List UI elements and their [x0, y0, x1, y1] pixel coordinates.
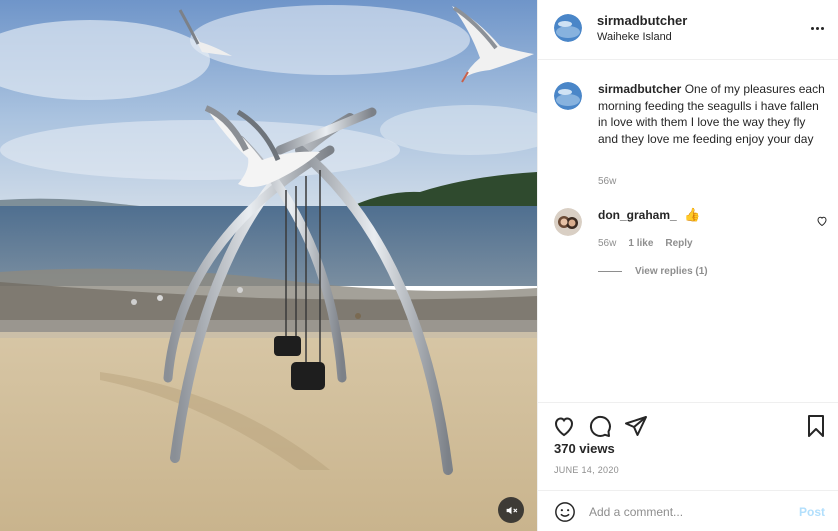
save-bookmark-icon[interactable]	[804, 414, 828, 438]
post-location[interactable]: Waiheke Island	[597, 31, 672, 43]
share-paper-plane-icon[interactable]	[624, 414, 648, 438]
comment-text: 👍	[684, 207, 701, 222]
comment-like-heart-icon[interactable]	[816, 215, 828, 227]
post-header: sirmadbutcher Waiheke Island	[538, 0, 838, 60]
caption-avatar-image	[554, 82, 582, 110]
post-media-video[interactable]	[0, 0, 537, 531]
comment-like-count[interactable]: 1 like	[628, 238, 653, 249]
more-dot-icon	[815, 26, 819, 30]
caption-timestamp[interactable]: 56w	[598, 176, 616, 187]
post-caption: sirmadbutcher One of my pleasures each m…	[598, 81, 828, 147]
comment-username[interactable]: don_graham_	[598, 208, 677, 222]
post-comment-button[interactable]: Post	[799, 505, 825, 519]
more-options-button[interactable]	[809, 20, 825, 36]
emoji-smiley-icon[interactable]	[554, 501, 576, 523]
comment-composer: Post	[538, 490, 838, 531]
author-username[interactable]: sirmadbutcher	[597, 13, 687, 28]
view-count[interactable]: 370 views	[554, 441, 615, 456]
beach-swing-scene	[0, 0, 537, 531]
replies-divider	[598, 271, 622, 272]
comment-timestamp[interactable]: 56w	[598, 238, 616, 249]
author-avatar-image	[554, 14, 582, 42]
caption-avatar[interactable]	[554, 82, 582, 110]
commenter-avatar-image	[554, 208, 582, 236]
add-comment-input[interactable]	[589, 501, 789, 523]
post-details-panel: sirmadbutcher Waiheke Island sirmadbutch…	[537, 0, 838, 531]
more-dot-icon	[820, 26, 824, 30]
comment-reply-button[interactable]: Reply	[665, 238, 692, 249]
more-dot-icon	[810, 26, 814, 30]
mute-button[interactable]	[498, 497, 524, 523]
post-date[interactable]: JUNE 14, 2020	[554, 465, 619, 475]
author-avatar[interactable]	[554, 14, 582, 42]
caption-username[interactable]: sirmadbutcher	[598, 82, 681, 96]
like-heart-icon[interactable]	[552, 414, 576, 438]
commenter-avatar[interactable]	[554, 208, 582, 236]
view-replies-button[interactable]: View replies (1)	[635, 266, 708, 277]
comment-meta: 56w 1 like Reply	[598, 238, 693, 249]
comment-bubble-icon[interactable]	[588, 414, 612, 438]
mute-icon	[506, 506, 517, 514]
